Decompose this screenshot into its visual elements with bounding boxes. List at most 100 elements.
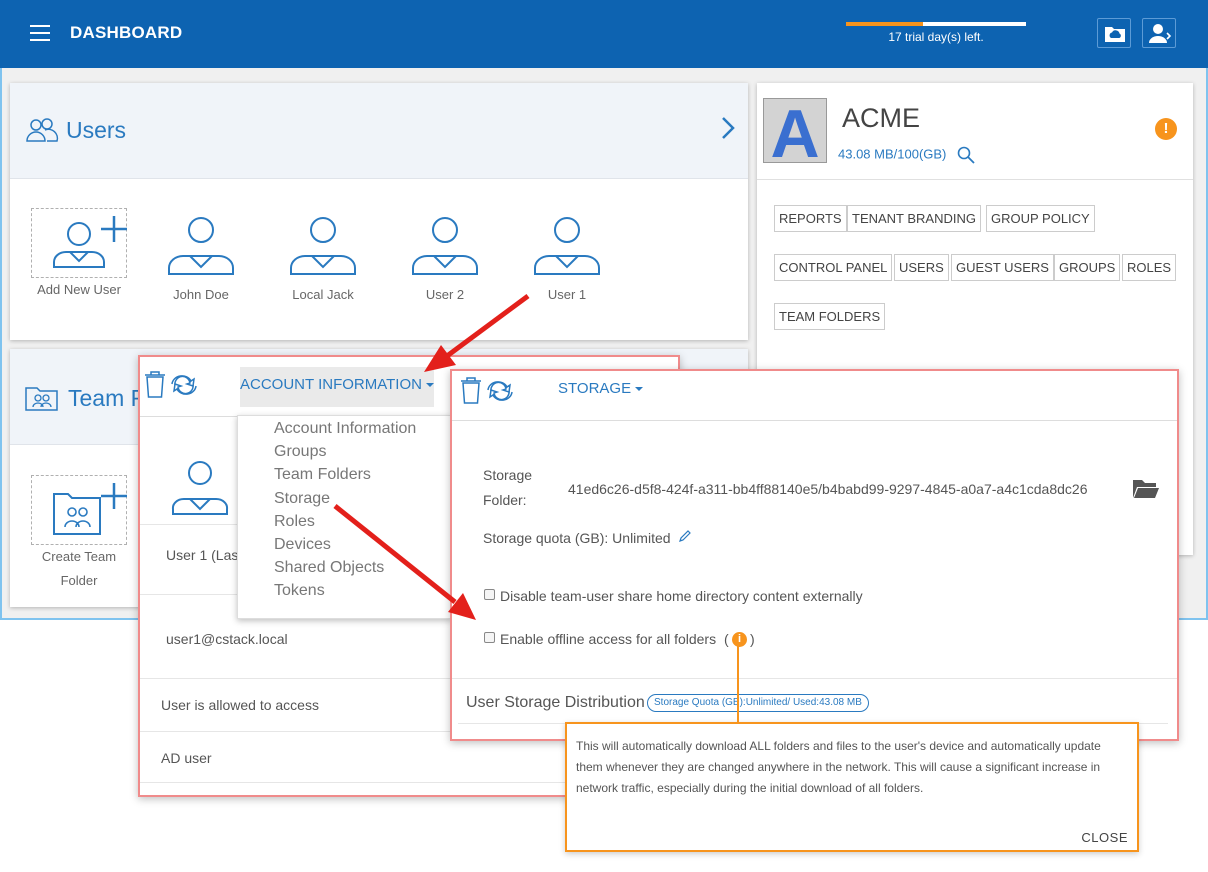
user-icon [534,217,600,275]
offline-access-text: Enable offline access for all folders [500,631,717,647]
menu-item-roles[interactable]: Roles [274,513,315,531]
refresh-icon[interactable] [168,373,200,397]
tenant-logo-image: A [770,96,819,172]
ad-user-text: AD user [161,750,212,766]
offline-access-tooltip: This will automatically download ALL fol… [565,722,1139,852]
add-user-box [31,208,127,278]
tag-group-policy[interactable]: GROUP POLICY [986,205,1095,232]
trial-progress-bar [846,22,1026,26]
tile-label: Add New User [37,282,121,297]
cloud-folder-icon [1105,27,1125,42]
storage-dropdown[interactable]: STORAGE [558,380,644,397]
disable-share-checkbox[interactable] [484,589,495,600]
account-dropdown-menu: Account Information Groups Team Folders … [237,415,452,619]
user-avatar [171,461,229,515]
storage-quota-badge: Storage Quota (GB):Unlimited/ Used:43.08… [647,694,869,712]
add-user-icon [53,216,127,268]
tooltip-close-button[interactable]: CLOSE [1081,830,1128,845]
trash-icon[interactable] [460,377,482,405]
offline-access-label: Enable offline access for all folders ( [500,631,729,647]
trial-text: 17 trial day(s) left. [888,30,984,44]
tile-label: John Doe [173,287,229,302]
trial-progress-fill [846,22,924,26]
trash-icon[interactable] [144,371,166,399]
top-bar: DASHBOARD 17 trial day(s) left. [0,0,1208,68]
dropdown-label: ACCOUNT INFORMATION [240,376,422,393]
tag-reports[interactable]: REPORTS [774,205,847,232]
paren-close: ) [750,631,755,647]
tenant-logo: A [763,96,827,172]
create-team-folder-tile[interactable]: Create Team Folder [31,475,127,593]
open-folder-icon[interactable] [1132,477,1160,499]
user-email: user1@cstack.local [166,631,288,647]
storage-folder-label-1: Storage [483,467,533,483]
user-switch-icon [1149,24,1172,43]
tag-users[interactable]: USERS [894,254,949,281]
tag-team-folders[interactable]: TEAM FOLDERS [774,303,886,330]
caret-down-icon [425,383,434,388]
storage-folder-path: 41ed6c26-d5f8-424f-a311-bb4ff88140e5/b4b… [568,481,1088,497]
tenant-quota-text: 43.08 MB/100(GB) [838,146,947,162]
tile-label-line-1: Create Team [41,549,117,564]
user-full-name: User 1 (Las [166,547,239,563]
users-group-icon [26,118,59,142]
divider [452,678,1177,679]
add-new-user-tile[interactable]: Add New User [31,208,127,297]
app-title: DASHBOARD [70,23,183,42]
menu-item-shared-objects[interactable]: Shared Objects [274,559,384,577]
tag-control-panel[interactable]: CONTROL PANEL [774,254,893,281]
info-icon[interactable]: i [732,632,747,647]
storage-folder-label-2: Folder: [483,492,527,508]
menu-item-groups[interactable]: Groups [274,443,326,461]
tenant-quota: 43.08 MB/100(GB) [838,146,976,164]
dropdown-label: STORAGE [558,380,632,397]
add-team-folder-icon [53,483,127,535]
chevron-right-icon[interactable] [720,115,736,141]
menu-item-tokens[interactable]: Tokens [274,582,325,600]
divider [757,179,1193,180]
tile-label: User 2 [425,287,465,302]
search-icon[interactable] [956,146,976,164]
user-icon [168,217,234,275]
disable-share-label: Disable team-user share home directory c… [500,588,863,604]
tenant-name: ACME [842,103,921,133]
user-tile-local-jack[interactable]: Local Jack [275,208,371,302]
paren-open: ( [723,631,729,647]
user-icon [412,217,478,275]
storage-distribution-title: User Storage Distribution [466,694,645,711]
refresh-icon[interactable] [484,379,516,403]
tile-label: Local Jack [292,287,354,302]
storage-quota: Storage quota (GB): Unlimited [483,530,671,546]
caret-down-icon [635,387,644,392]
menu-icon[interactable] [30,25,50,41]
tenant-logo-letter: A [770,99,819,162]
menu-item-devices[interactable]: Devices [274,536,331,554]
team-folder-icon [25,387,58,411]
warning-icon[interactable]: ! [1155,118,1177,140]
access-text: User is allowed to access [161,697,319,713]
users-card-header[interactable]: Users [10,83,748,179]
menu-item-storage[interactable]: Storage [274,490,330,508]
storage-panel-toolbar: STORAGE [452,371,1177,421]
user-tile-user-2[interactable]: User 2 [397,208,493,302]
storage-panel: STORAGE Storage Folder: 41ed6c26-d5f8-42… [450,369,1179,741]
edit-pencil-icon[interactable] [678,529,692,543]
user-tile-john-doe[interactable]: John Doe [153,208,249,302]
team-folders-title: Team F [68,385,145,411]
tile-label: Create Team Folder [31,545,127,593]
menu-item-account-information[interactable]: Account Information [274,420,416,438]
offline-access-checkbox[interactable] [484,632,495,643]
account-information-dropdown[interactable]: ACCOUNT INFORMATION [240,367,434,407]
users-card: Users Add New User John Doe Local Jack U… [10,83,748,340]
tile-label-line-2: Folder [60,573,98,588]
cloud-folder-button[interactable] [1097,18,1131,48]
users-card-title: Users [66,117,127,143]
user-icon [290,217,356,275]
tag-tenant-branding[interactable]: TENANT BRANDING [847,205,981,232]
tag-groups[interactable]: GROUPS [1054,254,1121,281]
user-switch-button[interactable] [1142,18,1176,48]
user-tile-user-1[interactable]: User 1 [519,208,615,302]
tag-roles[interactable]: ROLES [1122,254,1177,281]
menu-item-team-folders[interactable]: Team Folders [274,466,371,484]
tag-guest-users[interactable]: GUEST USERS [951,254,1054,281]
